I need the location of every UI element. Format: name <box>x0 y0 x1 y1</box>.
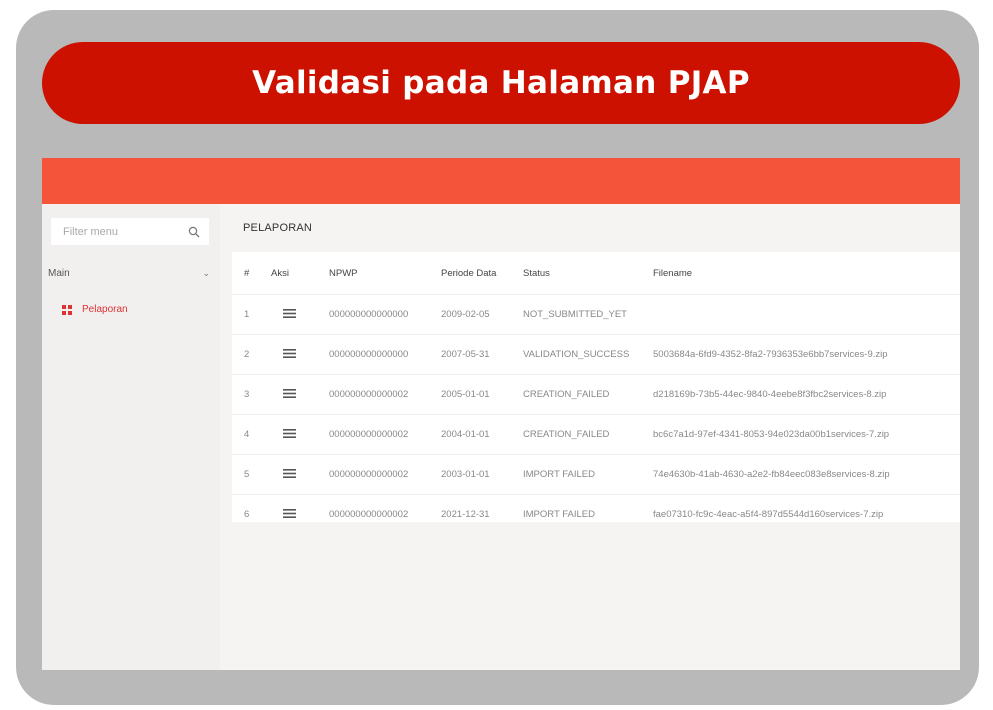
row-action-cell <box>271 294 328 335</box>
row-periode: 2009-02-05 <box>440 294 522 335</box>
row-action-cell <box>271 414 328 455</box>
row-status: VALIDATION_SUCCESS <box>522 334 652 375</box>
row-number: 6 <box>232 494 271 534</box>
row-npwp: 000000000000002 <box>328 454 440 495</box>
menu-icon[interactable] <box>283 388 296 398</box>
pelaporan-table-container: # Aksi NPWP Periode Data Status Filename… <box>232 252 960 534</box>
column-header-periode: Periode Data <box>441 267 497 279</box>
row-npwp: 000000000000002 <box>328 494 440 534</box>
search-icon[interactable] <box>187 225 201 239</box>
row-action-cell <box>271 334 328 375</box>
filter-menu-box <box>51 218 209 245</box>
row-action-cell <box>271 454 328 495</box>
row-npwp: 000000000000002 <box>328 414 440 455</box>
row-action-cell <box>271 494 328 534</box>
main-content: PELAPORAN # Aksi NPWP Periode Data Statu… <box>232 204 960 670</box>
row-filename: 74e4630b-41ab-4630-a2e2-fb84eec083e8serv… <box>652 454 960 495</box>
sidebar-section-label: Main <box>48 268 70 279</box>
row-npwp: 000000000000002 <box>328 374 440 415</box>
collapse-icon[interactable]: ⌄ <box>202 268 210 279</box>
page-title: PELAPORAN <box>243 222 313 234</box>
menu-icon[interactable] <box>283 428 296 438</box>
table-row: 5 000000000000002 2003-01-01 IMPORT FAIL… <box>232 454 960 495</box>
menu-icon[interactable] <box>283 348 296 358</box>
sidebar-item-label: Pelaporan <box>82 304 128 315</box>
row-number: 1 <box>232 294 271 335</box>
table-row: 2 000000000000000 2007-05-31 VALIDATION_… <box>232 334 960 375</box>
row-filename: d218169b-73b5-44ec-9840-4eebe8f3fbc2serv… <box>652 374 960 415</box>
pelaporan-table: # Aksi NPWP Periode Data Status Filename… <box>232 252 960 534</box>
row-status: CREATION_FAILED <box>522 414 652 455</box>
top-header-bar <box>42 158 960 204</box>
sidebar: Main ⌄ Pelaporan <box>42 204 220 670</box>
menu-icon[interactable] <box>283 468 296 478</box>
row-periode: 2007-05-31 <box>440 334 522 375</box>
row-number: 5 <box>232 454 271 495</box>
row-filename: fae07310-fc9c-4eac-a5f4-897d5544d160serv… <box>652 494 960 534</box>
row-number: 3 <box>232 374 271 415</box>
table-row: 3 000000000000002 2005-01-01 CREATION_FA… <box>232 374 960 415</box>
filter-menu-input[interactable] <box>61 224 187 239</box>
row-filename <box>652 294 960 335</box>
row-npwp: 000000000000000 <box>328 294 440 335</box>
row-status: IMPORT FAILED <box>522 494 652 534</box>
row-periode: 2003-01-01 <box>440 454 522 495</box>
table-row: 4 000000000000002 2004-01-01 CREATION_FA… <box>232 414 960 455</box>
app-window: Main ⌄ Pelaporan PELAPORAN # Aksi NPWP P… <box>42 158 960 670</box>
table-header-row: # Aksi NPWP Periode Data Status Filename <box>232 252 960 295</box>
row-status: IMPORT FAILED <box>522 454 652 495</box>
column-header-filename: Filename <box>653 267 693 279</box>
sidebar-section-main[interactable]: Main ⌄ <box>48 268 210 279</box>
row-filename: 5003684a-6fd9-4352-8fa2-7936353e6bb7serv… <box>652 334 960 375</box>
row-periode: 2005-01-01 <box>440 374 522 415</box>
row-periode: 2004-01-01 <box>440 414 522 455</box>
slide-title: Validasi pada Halaman PJAP <box>252 65 750 101</box>
table-row: 6 000000000000002 2021-12-31 IMPORT FAIL… <box>232 494 960 534</box>
menu-icon[interactable] <box>283 308 296 318</box>
row-action-cell <box>271 374 328 415</box>
row-number: 2 <box>232 334 271 375</box>
row-periode: 2021-12-31 <box>440 494 522 534</box>
row-status: NOT_SUBMITTED_YET <box>522 294 652 335</box>
menu-icon[interactable] <box>283 508 296 518</box>
row-filename: bc6c7a1d-97ef-4341-8053-94e023da00b1serv… <box>652 414 960 455</box>
grid-icon <box>62 304 72 315</box>
row-npwp: 000000000000000 <box>328 334 440 375</box>
slide-title-banner: Validasi pada Halaman PJAP <box>42 42 960 124</box>
table-row: 1 000000000000000 2009-02-05 NOT_SUBMITT… <box>232 294 960 335</box>
column-header-aksi: Aksi <box>271 267 289 279</box>
row-status: CREATION_FAILED <box>522 374 652 415</box>
column-header-number: # <box>244 267 250 279</box>
column-header-npwp: NPWP <box>329 267 358 279</box>
column-header-status: Status <box>523 267 550 279</box>
sidebar-item-pelaporan[interactable]: Pelaporan <box>62 304 128 315</box>
row-number: 4 <box>232 414 271 455</box>
